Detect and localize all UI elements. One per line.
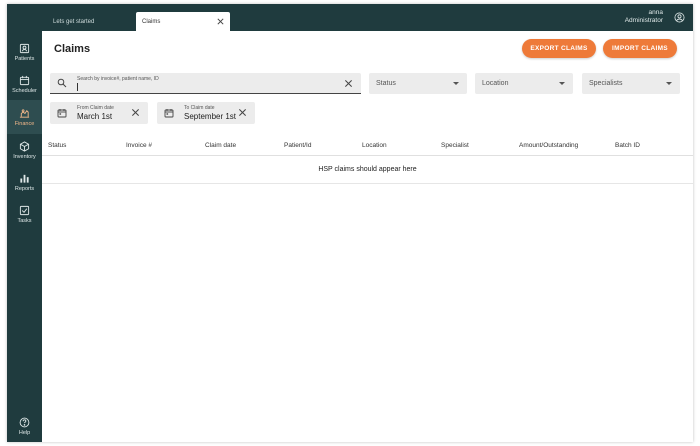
location-select[interactable]: Location <box>475 73 573 94</box>
search-icon <box>57 78 67 88</box>
top-bar: Lets get started Claims anna Administrat… <box>42 4 693 31</box>
sidebar-item-label: Tasks <box>17 217 32 224</box>
clear-to-date-icon[interactable] <box>238 108 247 117</box>
calendar-icon <box>57 109 67 118</box>
finance-icon <box>19 108 30 118</box>
sidebar-item-label: Scheduler <box>12 87 37 94</box>
status-select[interactable]: Status <box>369 73 467 94</box>
clear-from-date-icon[interactable] <box>131 108 140 117</box>
sidebar-item-scheduler[interactable]: Scheduler <box>7 68 42 100</box>
column-header-amount-outstanding[interactable]: Amount/Outstanding <box>519 142 578 149</box>
patients-icon <box>19 43 30 53</box>
column-header-patient-id[interactable]: Patient/Id <box>284 142 311 149</box>
tab-claims[interactable]: Claims <box>136 12 230 31</box>
chevron-down-icon <box>666 82 672 85</box>
specialists-select-value: Specialists <box>589 80 623 87</box>
from-claim-date-field[interactable]: From Claim date March 1st <box>50 102 148 124</box>
close-icon[interactable] <box>216 17 225 26</box>
table-header: Status Invoice # Claim date Patient/Id L… <box>42 134 693 156</box>
calendar-icon <box>19 75 30 85</box>
tab-label: Claims <box>142 18 161 25</box>
location-select-value: Location <box>482 80 509 87</box>
sidebar-item-label: Finance <box>14 120 35 127</box>
status-select-value: Status <box>376 80 396 87</box>
text-caret <box>77 83 78 91</box>
checkbox-icon <box>19 205 30 215</box>
column-header-invoice[interactable]: Invoice # <box>126 142 152 149</box>
column-header-status[interactable]: Status <box>48 142 66 149</box>
help-icon <box>19 417 30 427</box>
column-header-batch-id[interactable]: Batch ID <box>615 142 640 149</box>
to-claim-date-field[interactable]: To Claim date September 1st <box>157 102 255 124</box>
bar-chart-icon <box>20 174 29 183</box>
user-name: anna <box>648 9 663 16</box>
to-date-value: September 1st <box>184 112 237 121</box>
sidebar-item-reports[interactable]: Reports <box>7 166 42 198</box>
sidebar-item-label: Inventory <box>13 153 36 160</box>
column-header-location[interactable]: Location <box>362 142 387 149</box>
user-info: anna Administrator <box>625 9 663 25</box>
sidebar-item-help[interactable]: Help <box>7 410 42 442</box>
sidebar-item-patients[interactable]: Patients <box>7 36 42 68</box>
from-date-value: March 1st <box>77 112 113 121</box>
app-window: Patients Scheduler Finance Inventory Rep… <box>7 4 693 442</box>
search-input[interactable]: Search by invoice#, patient name, ID <box>50 73 361 94</box>
calendar-icon <box>164 109 174 118</box>
tab-lets-get-started[interactable]: Lets get started <box>47 12 132 31</box>
clear-search-icon[interactable] <box>344 79 353 88</box>
sidebar-item-finance[interactable]: Finance <box>7 100 42 134</box>
sidebar: Patients Scheduler Finance Inventory Rep… <box>7 4 42 442</box>
column-header-specialist[interactable]: Specialist <box>441 142 469 149</box>
help-label: Help <box>18 429 31 436</box>
sidebar-item-label: Patients <box>14 55 35 62</box>
sidebar-item-inventory[interactable]: Inventory <box>7 134 42 166</box>
user-role: Administrator <box>624 17 663 24</box>
import-claims-button[interactable]: IMPORT CLAIMS <box>603 39 677 58</box>
account-icon[interactable] <box>674 12 685 23</box>
tab-label: Lets get started <box>53 18 95 25</box>
empty-state-message: HSP claims should appear here <box>42 156 693 184</box>
chevron-down-icon <box>559 82 565 85</box>
to-date-label: To Claim date <box>184 105 215 111</box>
page-title: Claims <box>54 43 91 55</box>
from-date-label: From Claim date <box>77 105 114 111</box>
chevron-down-icon <box>453 82 459 85</box>
sidebar-item-label: Reports <box>14 185 35 192</box>
sidebar-item-tasks[interactable]: Tasks <box>7 198 42 230</box>
column-header-claim-date[interactable]: Claim date <box>205 142 236 149</box>
search-placeholder: Search by invoice#, patient name, ID <box>77 76 159 82</box>
box-icon <box>19 140 30 152</box>
specialists-select[interactable]: Specialists <box>582 73 680 94</box>
export-claims-button[interactable]: EXPORT CLAIMS <box>522 39 596 58</box>
